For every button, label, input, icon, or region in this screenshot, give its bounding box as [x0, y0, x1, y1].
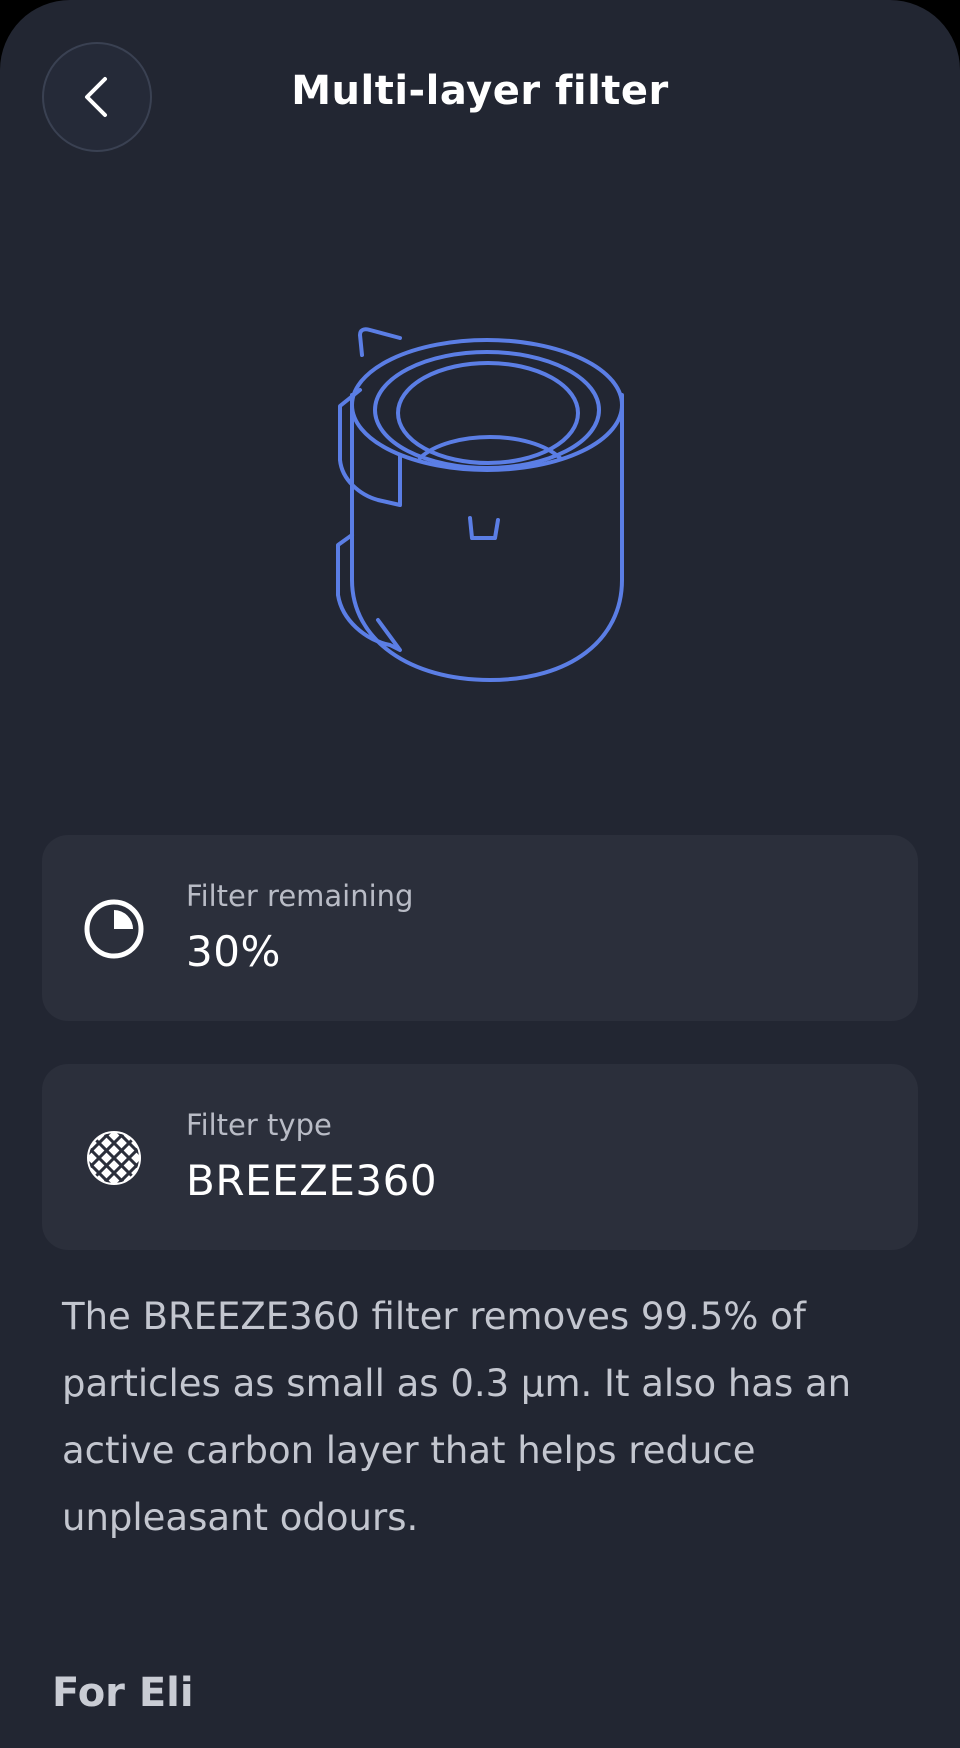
- filter-remaining-card[interactable]: Filter remaining 30%: [42, 835, 918, 1021]
- filter-type-value: BREEZE360: [186, 1156, 438, 1205]
- mesh-filter-icon: [87, 1131, 141, 1185]
- filter-description: The BREEZE360 filter removes 99.5% of pa…: [62, 1295, 852, 1539]
- section-heading: For Eli: [52, 1670, 194, 1716]
- filter-remaining-value: 30%: [186, 927, 281, 976]
- filter-type-label: Filter type: [186, 1108, 332, 1142]
- filter-illustration: [336, 327, 624, 682]
- page-title: Multi-layer filter: [291, 68, 669, 114]
- pie-clock-icon: [84, 899, 144, 959]
- screen: Multi-layer filter Filter remaining 30% …: [0, 0, 960, 1748]
- filter-type-card[interactable]: Filter type BREEZE360: [42, 1064, 918, 1250]
- filter-remaining-label: Filter remaining: [186, 879, 414, 913]
